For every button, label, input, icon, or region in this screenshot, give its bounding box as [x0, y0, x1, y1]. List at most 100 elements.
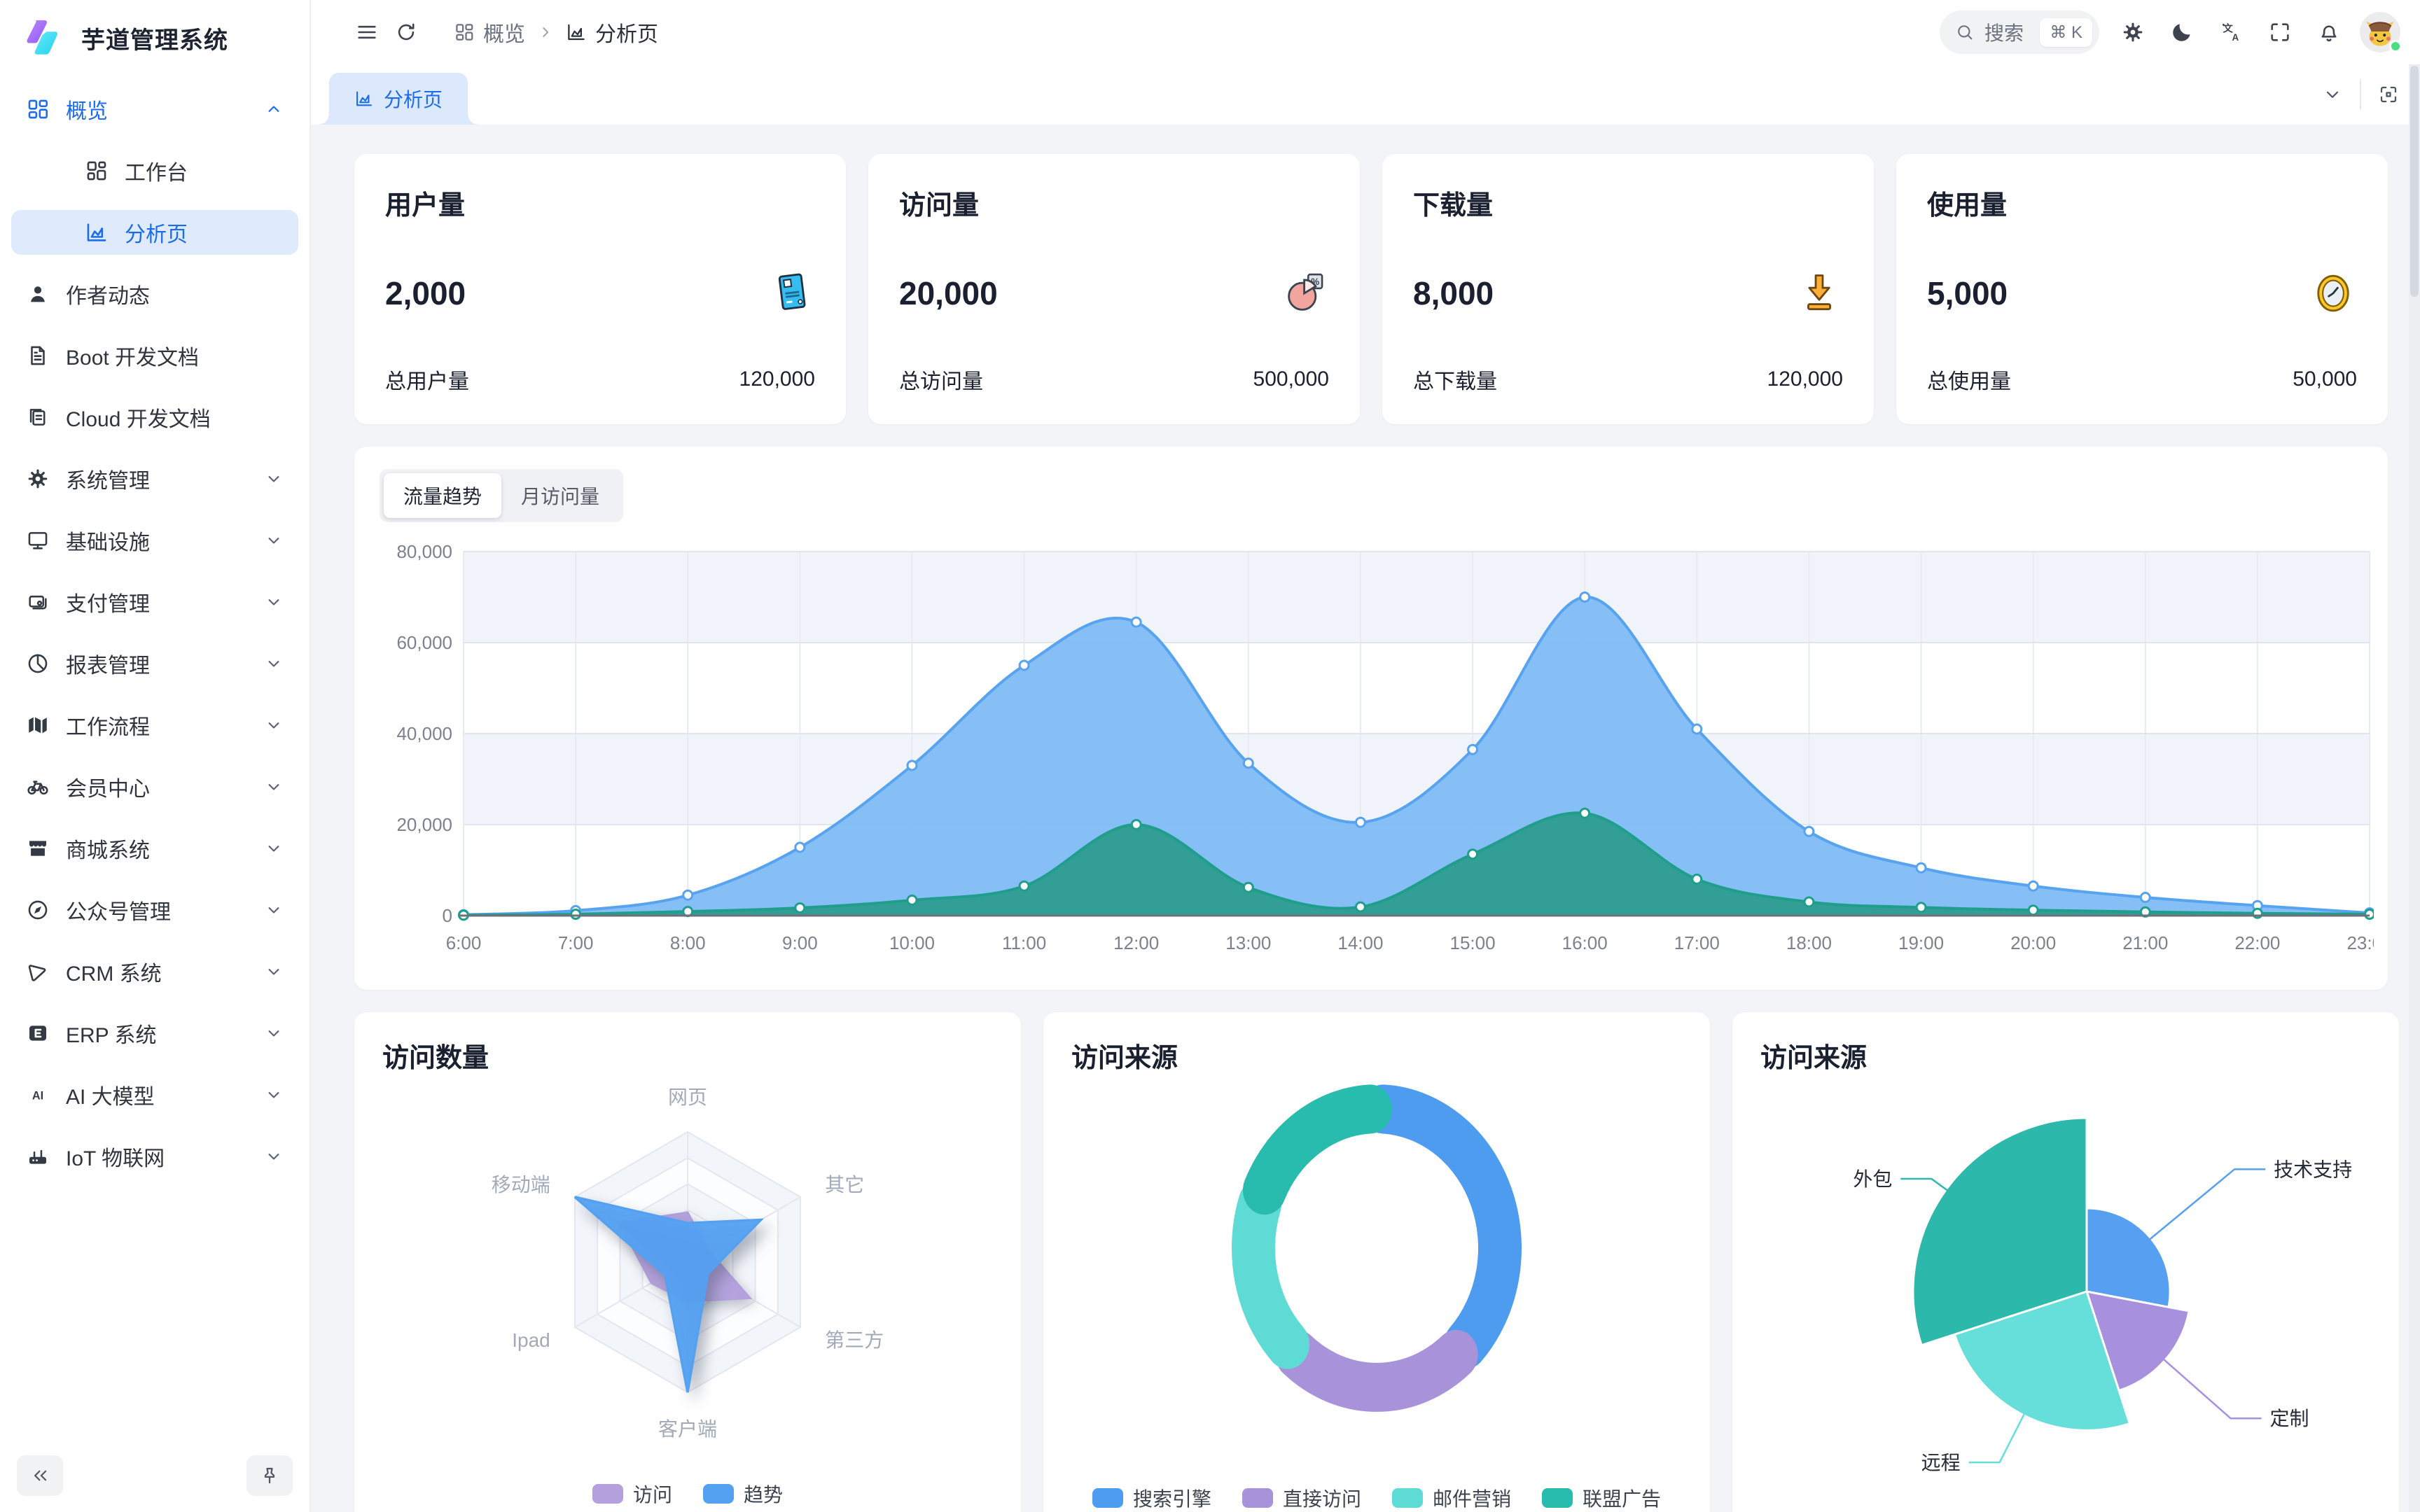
stat-title: 下载量 [1413, 183, 1843, 222]
storefront-icon [25, 836, 50, 861]
sidebar-item-analysis[interactable]: 分析页 [11, 210, 298, 255]
header: 概览 分析页 搜索 ⌘ K 文A [311, 0, 2420, 64]
search-input[interactable]: 搜索 ⌘ K [1940, 10, 2099, 54]
sidebar-item-infrastructure[interactable]: 基础设施 [11, 518, 298, 563]
svg-text:Ipad: Ipad [512, 1329, 550, 1351]
sidebar-item-workbench[interactable]: 工作台 [11, 148, 298, 193]
analysis-icon [566, 22, 587, 43]
chevron-down-icon [263, 1023, 284, 1043]
stat-title: 使用量 [1927, 183, 2357, 222]
tab-menu-chevron-button[interactable] [2312, 75, 2353, 114]
visit-source-rose-card: 访问来源 技术支持定制远程外包 [1732, 1012, 2399, 1512]
sidebar-item-report[interactable]: 报表管理 [11, 641, 298, 686]
content-maximize-button[interactable] [2368, 75, 2409, 114]
svg-text:14:00: 14:00 [1337, 932, 1383, 953]
chevron-down-icon [263, 654, 284, 673]
notifications-button[interactable] [2309, 13, 2349, 52]
chevron-down-icon [263, 962, 284, 981]
iot-icon [25, 1144, 50, 1169]
breadcrumb-item[interactable]: 分析页 [566, 17, 658, 48]
app-title: 芋道管理系统 [81, 21, 228, 55]
svg-text:其它: 其它 [825, 1174, 864, 1196]
legend-item[interactable]: 趋势 [703, 1480, 783, 1508]
svg-text:40,000: 40,000 [396, 723, 452, 744]
chevron-down-icon [263, 839, 284, 858]
legend-item[interactable]: 邮件营销 [1392, 1484, 1511, 1512]
stat-title: 访问量 [899, 183, 1329, 222]
language-button[interactable]: 文A [2211, 13, 2251, 52]
stat-card: 访问量20,000%总访问量500,000 [868, 154, 1360, 424]
erp-icon [25, 1021, 50, 1046]
svg-text:0: 0 [443, 905, 452, 926]
svg-text:移动端: 移动端 [492, 1174, 550, 1196]
svg-text:10:00: 10:00 [889, 932, 935, 953]
stat-value: 5,000 [1927, 274, 2008, 312]
sidebar-item-erp[interactable]: ERP 系统 [11, 1011, 298, 1056]
tab-bar: 分析页 [311, 64, 2420, 125]
sidebar-item-payment[interactable]: 支付管理 [11, 580, 298, 624]
logo[interactable]: 芋道管理系统 [0, 0, 310, 76]
breadcrumb-item[interactable]: 概览 [454, 17, 525, 48]
card-title: 访问数量 [382, 1036, 993, 1074]
traffic-area-chart: 020,00040,00060,00080,0006:007:008:009:0… [380, 538, 2363, 989]
refresh-button[interactable] [387, 13, 426, 52]
documents-icon [25, 405, 50, 430]
clock-stat-icon [2309, 270, 2357, 317]
sidebar-item-cloud-doc[interactable]: Cloud 开发文档 [11, 395, 298, 440]
workflow-icon [25, 713, 50, 738]
online-status-dot [2389, 40, 2402, 52]
legend-item[interactable]: 搜索引擎 [1092, 1484, 1211, 1512]
stat-total-label: 总访问量 [899, 364, 983, 395]
sidebar-item-crm[interactable]: CRM 系统 [11, 949, 298, 994]
fullscreen-button[interactable] [2260, 13, 2300, 52]
svg-text:远程: 远程 [1921, 1452, 1961, 1474]
svg-text:A: A [2232, 32, 2239, 43]
logo-icon [24, 17, 66, 59]
chevron-down-icon [263, 531, 284, 550]
legend-item[interactable]: 访问 [592, 1480, 672, 1508]
sidebar-item-system[interactable]: 系统管理 [11, 456, 298, 501]
page-scrollbar[interactable] [2409, 64, 2420, 1512]
sidebar-item-boot-doc[interactable]: Boot 开发文档 [11, 333, 298, 378]
traffic-tab-月访问量[interactable]: 月访问量 [501, 473, 619, 518]
traffic-tab-流量趋势[interactable]: 流量趋势 [384, 473, 501, 518]
legend-item[interactable]: 直接访问 [1242, 1484, 1361, 1512]
svg-text:20,000: 20,000 [396, 814, 452, 835]
grid-icon [25, 97, 50, 122]
legend-chip [1092, 1488, 1123, 1508]
stat-value: 20,000 [899, 274, 998, 312]
sidebar-item-label: 系统管理 [66, 463, 263, 494]
menu-toggle-button[interactable] [347, 13, 387, 52]
legend-label: 趋势 [744, 1480, 783, 1508]
svg-text:第三方: 第三方 [825, 1329, 884, 1351]
rose-pie-chart: 技术支持定制远程外包 [1760, 1074, 2371, 1498]
sidebar-item-workflow[interactable]: 工作流程 [11, 703, 298, 748]
sidebar-collapse-button[interactable] [17, 1455, 63, 1496]
sidebar-item-overview[interactable]: 概览 [11, 87, 298, 132]
svg-text:19:00: 19:00 [1898, 932, 1944, 953]
svg-text:定制: 定制 [2270, 1408, 2309, 1429]
sidebar-item-label: 商城系统 [66, 833, 263, 864]
sidebar-item-mall[interactable]: 商城系统 [11, 826, 298, 871]
avatar[interactable] [2360, 12, 2400, 52]
stat-total-label: 总用户量 [385, 364, 469, 395]
sidebar-pin-button[interactable] [246, 1455, 293, 1496]
sidebar-item-ai[interactable]: AIAI 大模型 [11, 1072, 298, 1117]
content: 用户量2,000总用户量120,000访问量20,000%总访问量500,000… [311, 125, 2420, 1512]
download-stat-icon [1795, 270, 1843, 317]
stat-total-value: 500,000 [1253, 368, 1329, 391]
dark-mode-button[interactable] [2162, 13, 2202, 52]
tab-analysis[interactable]: 分析页 [329, 73, 468, 125]
sidebar-item-official-account[interactable]: 公众号管理 [11, 888, 298, 932]
legend-item[interactable]: 联盟广告 [1542, 1484, 1661, 1512]
svg-text:客户端: 客户端 [658, 1418, 717, 1440]
sidebar-item-member[interactable]: 会员中心 [11, 764, 298, 809]
user-icon [25, 281, 50, 307]
sidebar-item-iot[interactable]: IoT 物联网 [11, 1134, 298, 1179]
chevron-up-icon [263, 99, 284, 119]
settings-button[interactable] [2113, 13, 2153, 52]
stat-total-label: 总下载量 [1413, 364, 1497, 395]
chevron-down-icon [263, 469, 284, 489]
sidebar-item-author-news[interactable]: 作者动态 [11, 272, 298, 316]
sidebar-item-label: IoT 物联网 [66, 1141, 263, 1172]
